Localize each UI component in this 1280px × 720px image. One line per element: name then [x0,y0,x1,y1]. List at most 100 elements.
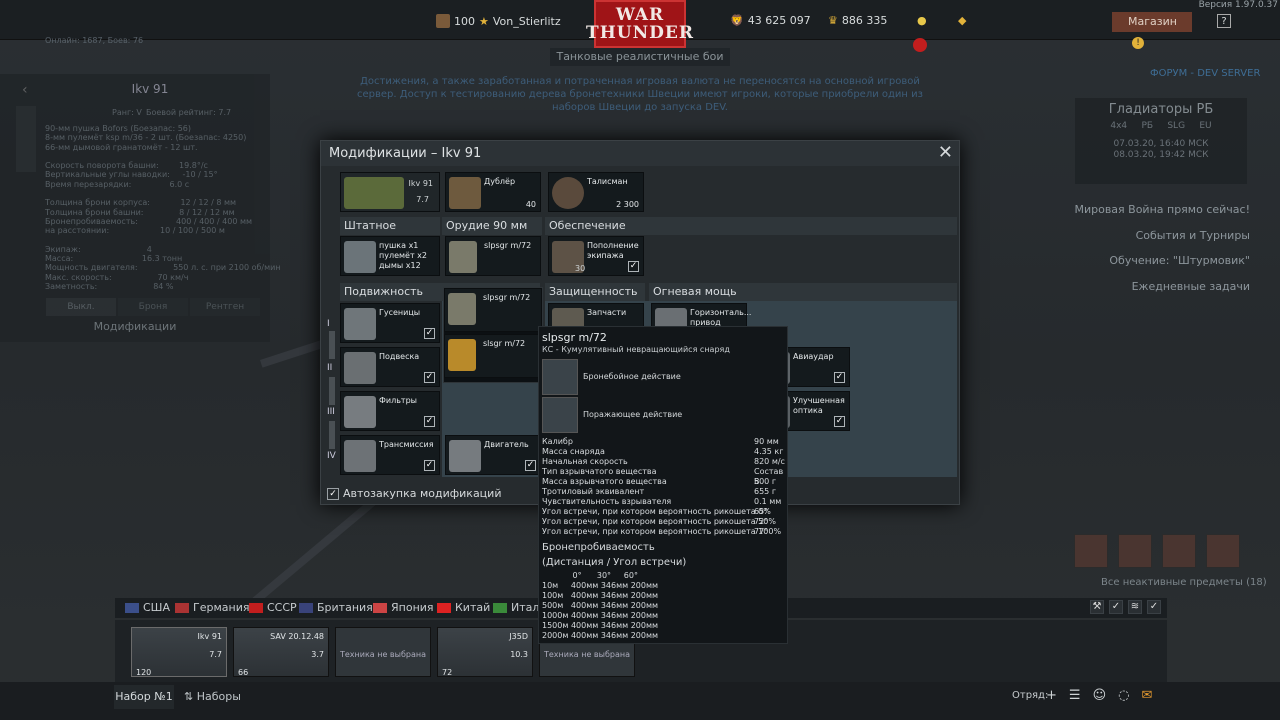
checkbox[interactable]: ✓ [525,460,536,471]
checkbox[interactable]: ✓ [424,372,435,383]
vehicle-cell[interactable]: Ikv 91 7.7 [340,172,440,212]
star-icon: ★ [479,14,489,28]
gold-balance[interactable]: ♛ 886 335 [828,14,887,27]
stat-label: Тротиловый эквивалент [542,487,645,496]
checkbox[interactable]: ✓ [834,372,845,383]
shop-button[interactable]: Магазин ! [1112,12,1192,49]
vehicle-slot[interactable]: SAV 20.12.48 3.7 66 [233,627,329,677]
checkbox[interactable]: ✓ [424,328,435,339]
help-icon[interactable]: ? [1217,14,1231,28]
list-icon[interactable]: ☰ [1069,688,1081,703]
nation-britain[interactable]: Британия [299,601,373,614]
mod-tracks[interactable]: Гусеницы ✓ [340,303,440,343]
daily-tasks-link[interactable]: Ежедневные задачи [1132,280,1250,293]
game-mode-label[interactable]: Танковые реалистичные бои [550,48,730,66]
bottom-icons: + ☰ ☺ ◌ ✉ [1046,688,1152,703]
events-link[interactable]: События и Турниры [1136,229,1250,242]
forum-link[interactable]: ФОРУМ - DEV SERVER [1150,68,1260,79]
username: Von_Stierlitz [492,14,561,28]
repair-icon[interactable]: ≋ [1128,600,1142,614]
tooltip-stat-row: Угол встречи, при котором вероятность ри… [542,507,786,517]
world-war-link[interactable]: Мировая Война прямо сейчас! [1074,203,1250,216]
weapon-preset-cell[interactable]: пушка x1 пулемёт x2 дымы x12 [340,236,440,276]
tooltip-stat-row: Угол встречи, при котором вероятность ри… [542,517,786,527]
nation-italy[interactable]: Итал [493,601,539,614]
tooltip-stat-row: Угол встречи, при котором вероятность ри… [542,527,786,537]
close-icon[interactable]: ✕ [938,143,953,163]
autobuy-toggle[interactable]: ✓ Автозакупка модификаций [327,487,501,500]
mod-transmission[interactable]: Трансмиссия ✓ [340,435,440,475]
engine-icon [449,440,481,472]
checkbox[interactable]: ✓ [424,460,435,471]
silver-balance[interactable]: 🦁 43 625 097 [730,14,811,27]
alert-badge-icon[interactable] [913,38,927,52]
shell-cell[interactable]: slpsgr m/72 [445,236,541,276]
event-tags: 4x4 РБ SLG EU [1110,121,1212,131]
checkbox[interactable]: ✓ [424,416,435,427]
hint-icon[interactable]: ● [917,14,927,27]
modifications-button[interactable]: Модификации [0,320,270,333]
tooltip-stat-row: Тротиловый эквивалент 655 г [542,487,786,497]
checkbox[interactable]: ✓ [327,487,339,500]
ammo-option[interactable]: slsgr m/72 [444,334,542,378]
item-slot[interactable] [1118,534,1152,568]
nation-china[interactable]: Китай [437,601,490,614]
mail-icon[interactable]: ✉ [1141,688,1152,703]
ammo-tooltip: slpsgr m/72 КС - Кумулятивный невращающи… [538,326,788,644]
stat-label: Начальная скорость [542,457,628,466]
inactive-items-link[interactable]: Все неактивные предметы (18) [1101,577,1267,588]
nation-usa[interactable]: США [125,601,170,614]
presets-button[interactable]: ⇅ Наборы [184,690,241,703]
check-all-icon[interactable]: ✓ [1147,600,1161,614]
checkbox[interactable]: ✓ [834,416,845,427]
nation-japan[interactable]: Япония [373,601,434,614]
item-slot[interactable] [1206,534,1240,568]
item-slot[interactable] [1074,534,1108,568]
vehicle-slot[interactable]: Ikv 91 7.7 120 [131,627,227,677]
mod-suspension[interactable]: Подвеска ✓ [340,347,440,387]
preset-tab[interactable]: Набор №1 [114,685,174,709]
backup-icon [449,177,481,209]
vehicle-slot[interactable]: J35D 10.3 72 [437,627,533,677]
tutorial-link[interactable]: Обучение: "Штурмовик" [1109,254,1250,267]
tab-armor[interactable]: Броня [118,298,188,316]
stat-label: Чувствительность взрывателя [542,497,672,506]
tier-label: I [327,319,330,329]
modal-title: Модификации – Ikv 91 [321,141,959,166]
tab-off[interactable]: Выкл. [46,298,116,316]
vehicle-slot-empty[interactable]: Техника не выбрана [335,627,431,677]
friends-icon[interactable]: ☺ [1093,688,1107,703]
mod-engine[interactable]: Двигатель ✓ [445,435,541,475]
add-squad-icon[interactable]: + [1046,688,1057,703]
talisman-cell[interactable]: Талисман 2 300 [548,172,644,212]
check-icon[interactable]: ✓ [1109,600,1123,614]
silver-lions-icon: 🦁 [730,14,744,27]
gift-icon[interactable]: ◆ [958,14,966,27]
stat-value: 77° [754,527,769,536]
mod-filters[interactable]: Фильтры ✓ [340,391,440,431]
nation-germany[interactable]: Германия [175,601,249,614]
stat-label: Калибр [542,437,573,446]
player-level[interactable]: 100 ★ Von_Stierlitz [436,14,561,28]
tab-xray[interactable]: Рентген [190,298,260,316]
tooltip-subtitle: КС - Кумулятивный невращающийся снаряд [542,345,730,354]
shell-icon [449,241,477,273]
squad-label: Отряд: [1012,690,1049,701]
section-support: Обеспечение [545,217,957,235]
tier-bar [329,421,335,449]
wrench-icon[interactable]: ⚒ [1090,600,1104,614]
event-card[interactable]: Гладиаторы РБ 4x4 РБ SLG EU 07.03.20, 16… [1075,98,1247,184]
item-slot[interactable] [1162,534,1196,568]
tier-bar [329,377,335,405]
backup-cell[interactable]: Дублёр 40 [445,172,541,212]
flag-icon [493,602,507,613]
stat-value: 0.1 мм [754,497,782,506]
rank-icon [436,14,450,28]
nation-ussr[interactable]: СССР [249,601,297,614]
ammo-option[interactable]: slpsgr m/72 [444,288,542,332]
chevron-left-icon[interactable]: ‹ [22,82,28,98]
chat-icon[interactable]: ◌ [1118,688,1129,703]
checkbox[interactable]: ✓ [628,261,639,272]
crew-replenish-cell[interactable]: Пополнение экипажа 30 ✓ [548,236,644,276]
war-thunder-logo[interactable]: WAR THUNDER [586,0,693,48]
